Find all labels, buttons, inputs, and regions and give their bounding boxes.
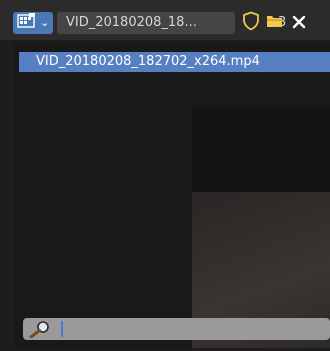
unlink-clip-button[interactable]	[288, 12, 310, 34]
folder-icon	[266, 13, 284, 33]
fake-user-button[interactable]	[240, 11, 262, 35]
clip-browser-popup: VID_20180208_182702_x264.mp4	[14, 42, 330, 348]
clip-preview	[192, 108, 330, 348]
shield-icon	[242, 11, 260, 35]
clip-selector[interactable]: VID_20180208_18... 3	[57, 12, 286, 34]
search-icon	[26, 320, 54, 342]
text-cursor	[61, 321, 63, 337]
close-icon	[292, 14, 306, 33]
clip-editor-icon	[17, 13, 37, 33]
list-item-label: VID_20180208_182702_x264.mp4	[36, 54, 260, 69]
editor-type-button[interactable]: ⌄	[13, 12, 53, 34]
chevron-down-icon: ⌄	[40, 16, 50, 29]
preview-dark-area	[192, 108, 330, 192]
list-item[interactable]: VID_20180208_182702_x264.mp4	[19, 52, 330, 72]
clip-editor: ⌄ VID_20180208_18... 3 VID_20180208_1827…	[0, 0, 330, 351]
search-input[interactable]	[23, 318, 330, 340]
open-clip-button[interactable]	[264, 12, 286, 34]
header-bar: ⌄ VID_20180208_18... 3	[0, 0, 330, 40]
clip-name: VID_20180208_18...	[66, 15, 197, 30]
